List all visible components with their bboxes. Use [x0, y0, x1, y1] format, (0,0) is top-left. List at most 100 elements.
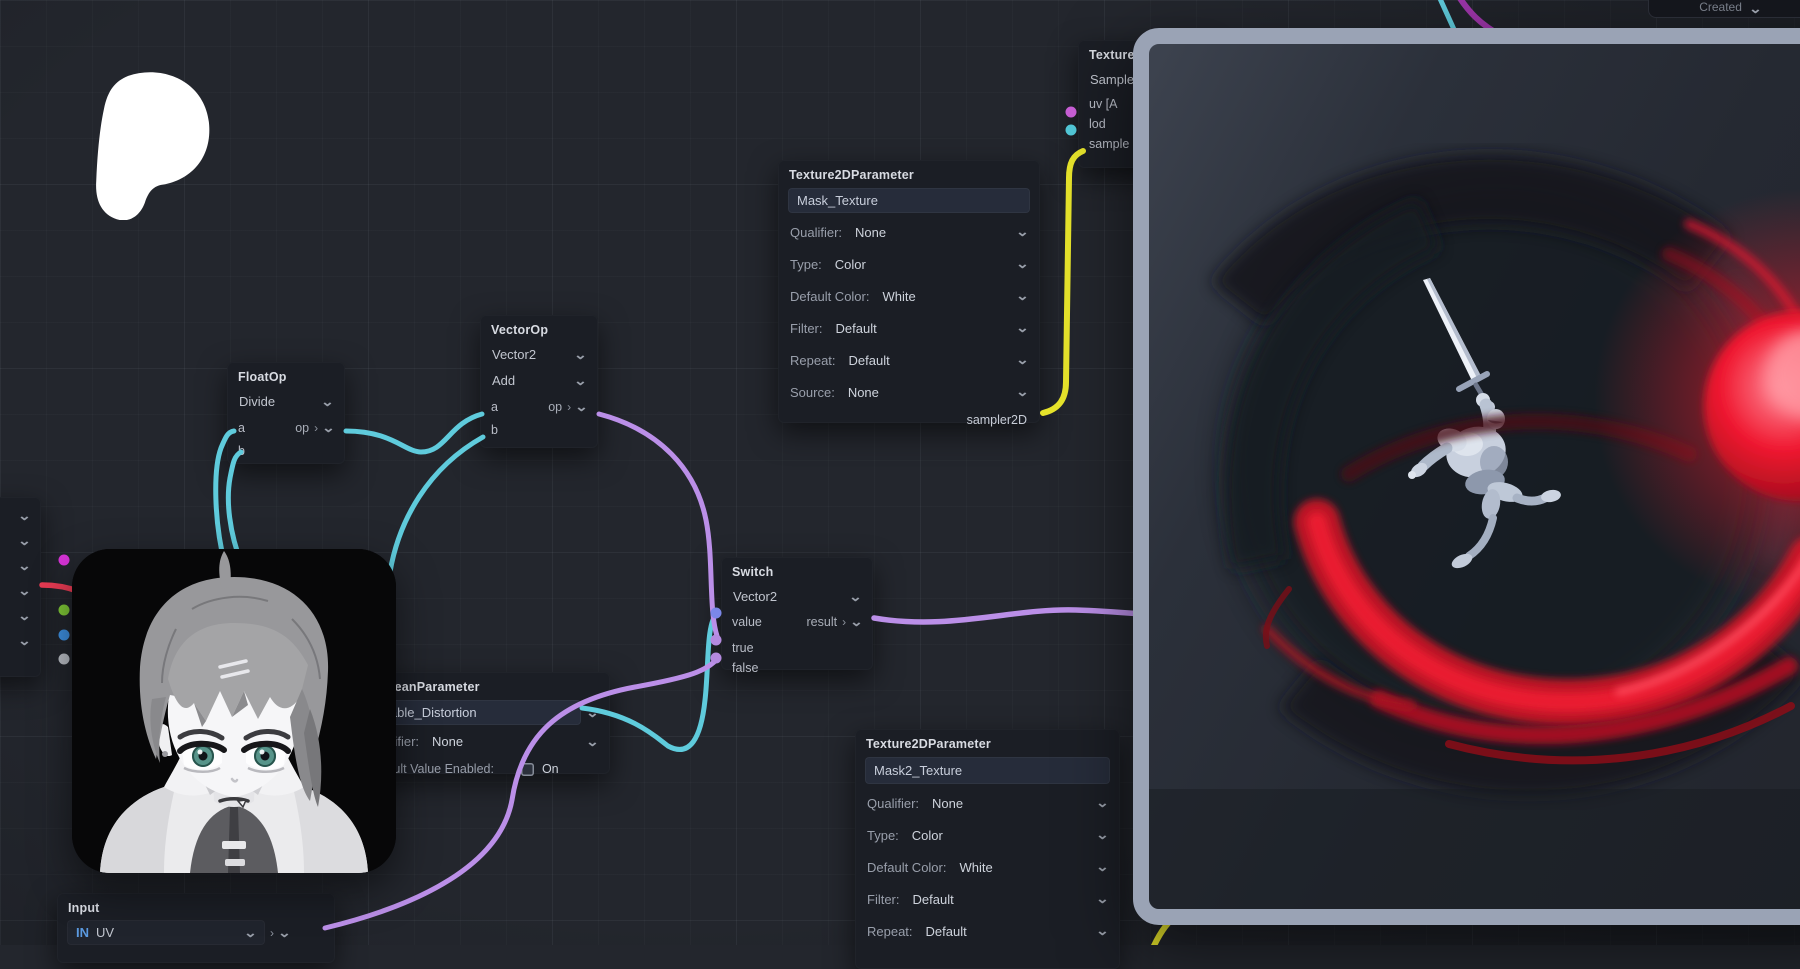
- source-dropdown[interactable]: Source: None ⌄: [790, 376, 1028, 408]
- dropdown-value: Sample: [1090, 72, 1134, 87]
- dropdown-value: Vector2: [733, 589, 777, 604]
- node-input[interactable]: Input IN UV ⌄ › ⌄: [57, 893, 335, 963]
- repeat-dropdown[interactable]: Repeat: Default ⌄: [790, 344, 1028, 376]
- port-output-chevron-icon[interactable]: ⌄: [18, 578, 32, 603]
- node-title: VectorOp: [480, 315, 598, 340]
- chevron-down-icon: ⌄: [1096, 798, 1110, 808]
- wire-purple[interactable]: [599, 414, 718, 639]
- port-output-chevron-icon[interactable]: ⌄: [18, 603, 32, 628]
- shader-preview-window[interactable]: [1133, 28, 1800, 925]
- vectorop-output: op: [548, 400, 562, 414]
- port-output-chevron-icon[interactable]: ⌄: [18, 503, 32, 528]
- dropdown-value: Divide: [239, 394, 275, 409]
- chevron-down-icon: ⌄: [586, 737, 600, 747]
- port-output-chevron-icon[interactable]: ⌄: [18, 528, 32, 553]
- arrow-right-icon: ›: [314, 421, 318, 435]
- chevron-down-icon: ⌄: [1016, 355, 1030, 365]
- chevron-down-icon: ⌄: [1096, 862, 1110, 872]
- node-texture2dparameter-mask2[interactable]: Texture2DParameter Mask2_Texture Qualifi…: [855, 729, 1120, 969]
- texture-sample-uv-port-dot[interactable]: [1066, 107, 1077, 118]
- chevron-down-icon: ⌄: [1016, 323, 1030, 333]
- create-menu-label: Created: [1699, 0, 1742, 14]
- chevron-down-icon[interactable]: ⌄: [575, 402, 589, 412]
- boolean-name-input[interactable]: Enable_Distortion: [365, 700, 581, 725]
- dropdown-value: Vector2: [492, 347, 536, 362]
- wire-cyan[interactable]: [346, 414, 482, 452]
- default-color-dropdown[interactable]: Default Color: White ⌄: [790, 280, 1028, 312]
- switch-output: result: [807, 615, 838, 629]
- port-dot-green[interactable]: [59, 605, 70, 616]
- node-editor-canvas[interactable]: ⌄ ⌄ ⌄ ⌄ ⌄ ⌄ FloatOp Divide ⌄ a op › ⌄ b …: [0, 0, 1800, 945]
- avatar-portrait: [72, 549, 396, 873]
- chevron-down-icon: ⌄: [1096, 926, 1110, 936]
- texture-name-input[interactable]: Mask_Texture: [788, 188, 1030, 213]
- filter-dropdown[interactable]: Filter: Default ⌄: [867, 883, 1108, 915]
- filter-dropdown[interactable]: Filter: Default ⌄: [790, 312, 1028, 344]
- switch-false-port-dot[interactable]: [711, 653, 722, 664]
- dropdown-value: Add: [492, 373, 515, 388]
- wire-purple[interactable]: [874, 610, 1155, 622]
- input-output-chevron-icon[interactable]: ⌄: [278, 928, 292, 938]
- switch-port-false[interactable]: false: [721, 658, 873, 678]
- chevron-down-icon: ⌄: [1016, 227, 1030, 237]
- port-dot-blue[interactable]: [59, 630, 70, 641]
- chevron-down-icon: ⌄: [1096, 830, 1110, 840]
- sampler2d-output-port[interactable]: sampler2D: [791, 413, 1027, 427]
- switch-type-dropdown[interactable]: Vector2 ⌄: [732, 585, 862, 608]
- node-vectorop[interactable]: VectorOp Vector2 ⌄ Add ⌄ a op › ⌄ b: [480, 315, 598, 448]
- floatop-port-b[interactable]: b: [227, 439, 345, 462]
- node-title: Texture2DParameter: [855, 729, 1120, 754]
- type-dropdown[interactable]: Type: Color ⌄: [867, 819, 1108, 851]
- default-value-checkbox[interactable]: [521, 763, 534, 776]
- chevron-down-icon[interactable]: ⌄: [850, 617, 864, 627]
- chevron-down-icon: ⌄: [574, 350, 588, 360]
- create-menu[interactable]: Created ⌄: [1648, 0, 1800, 18]
- texture-sample-lod-port-dot[interactable]: [1066, 125, 1077, 136]
- qualifier-dropdown[interactable]: Qualifier: None ⌄: [867, 787, 1108, 819]
- vectorop-type-dropdown[interactable]: Vector2 ⌄: [491, 343, 587, 366]
- chevron-down-icon: ⌄: [1749, 4, 1763, 14]
- default-value-enabled-row: Default Value Enabled: On: [367, 755, 598, 783]
- patreon-logo-icon: [86, 70, 214, 220]
- toggle-state-label: On: [542, 762, 559, 776]
- node-title: FloatOp: [227, 362, 345, 387]
- switch-port-value[interactable]: value result › ⌄: [721, 611, 873, 632]
- qualifier-dropdown[interactable]: Qualifier: None ⌄: [367, 728, 598, 755]
- chevron-down-icon: ⌄: [1016, 259, 1030, 269]
- port-dot-gray[interactable]: [59, 654, 70, 665]
- chevron-down-icon: ⌄: [1016, 291, 1030, 301]
- repeat-dropdown[interactable]: Repeat: Default ⌄: [867, 915, 1108, 947]
- node-texture2dparameter-mask[interactable]: Texture2DParameter Mask_Texture Qualifie…: [778, 160, 1040, 423]
- dropdown-value: UV: [96, 925, 114, 940]
- default-color-dropdown[interactable]: Default Color: White ⌄: [867, 851, 1108, 883]
- vectorop-operation-dropdown[interactable]: Add ⌄: [491, 369, 587, 392]
- switch-value-port-dot[interactable]: [711, 608, 722, 619]
- vectorop-port-b[interactable]: b: [480, 418, 598, 441]
- floatop-operation-dropdown[interactable]: Divide ⌄: [238, 390, 334, 413]
- texture-name-input[interactable]: Mask2_Texture: [865, 757, 1110, 784]
- vectorop-port-a[interactable]: a op › ⌄: [480, 395, 598, 418]
- chevron-down-icon: ⌄: [574, 376, 588, 386]
- chevron-down-icon[interactable]: ⌄: [322, 423, 336, 433]
- floatop-port-a[interactable]: a op › ⌄: [227, 416, 345, 439]
- type-dropdown[interactable]: Type: Color ⌄: [790, 248, 1028, 280]
- boolean-output-chevron-icon[interactable]: ⌄: [586, 708, 600, 718]
- creator-avatar[interactable]: [72, 549, 396, 873]
- switch-port-true[interactable]: true: [721, 632, 873, 658]
- input-source-dropdown[interactable]: IN UV ⌄: [67, 920, 265, 945]
- node-switch[interactable]: Switch Vector2 ⌄ value result › ⌄ true f…: [721, 557, 873, 670]
- arrow-right-icon: ›: [270, 926, 274, 940]
- viewport-bottom-vignette: [1149, 789, 1800, 909]
- wire-yellow[interactable]: [1043, 151, 1083, 413]
- chevron-down-icon: ⌄: [1016, 387, 1030, 397]
- switch-true-port-dot[interactable]: [711, 635, 722, 646]
- node-floatop[interactable]: FloatOp Divide ⌄ a op › ⌄ b: [227, 362, 345, 464]
- input-type-badge: IN: [76, 925, 89, 940]
- qualifier-dropdown[interactable]: Qualifier: None ⌄: [790, 216, 1028, 248]
- node-title: Switch: [721, 557, 873, 582]
- wire-cyan[interactable]: [390, 437, 483, 572]
- port-output-chevron-icon[interactable]: ⌄: [18, 553, 32, 578]
- port-output-chevron-icon[interactable]: ⌄: [18, 628, 32, 653]
- node-edge-outputs[interactable]: ⌄ ⌄ ⌄ ⌄ ⌄ ⌄: [0, 497, 41, 677]
- port-dot-magenta[interactable]: [59, 555, 70, 566]
